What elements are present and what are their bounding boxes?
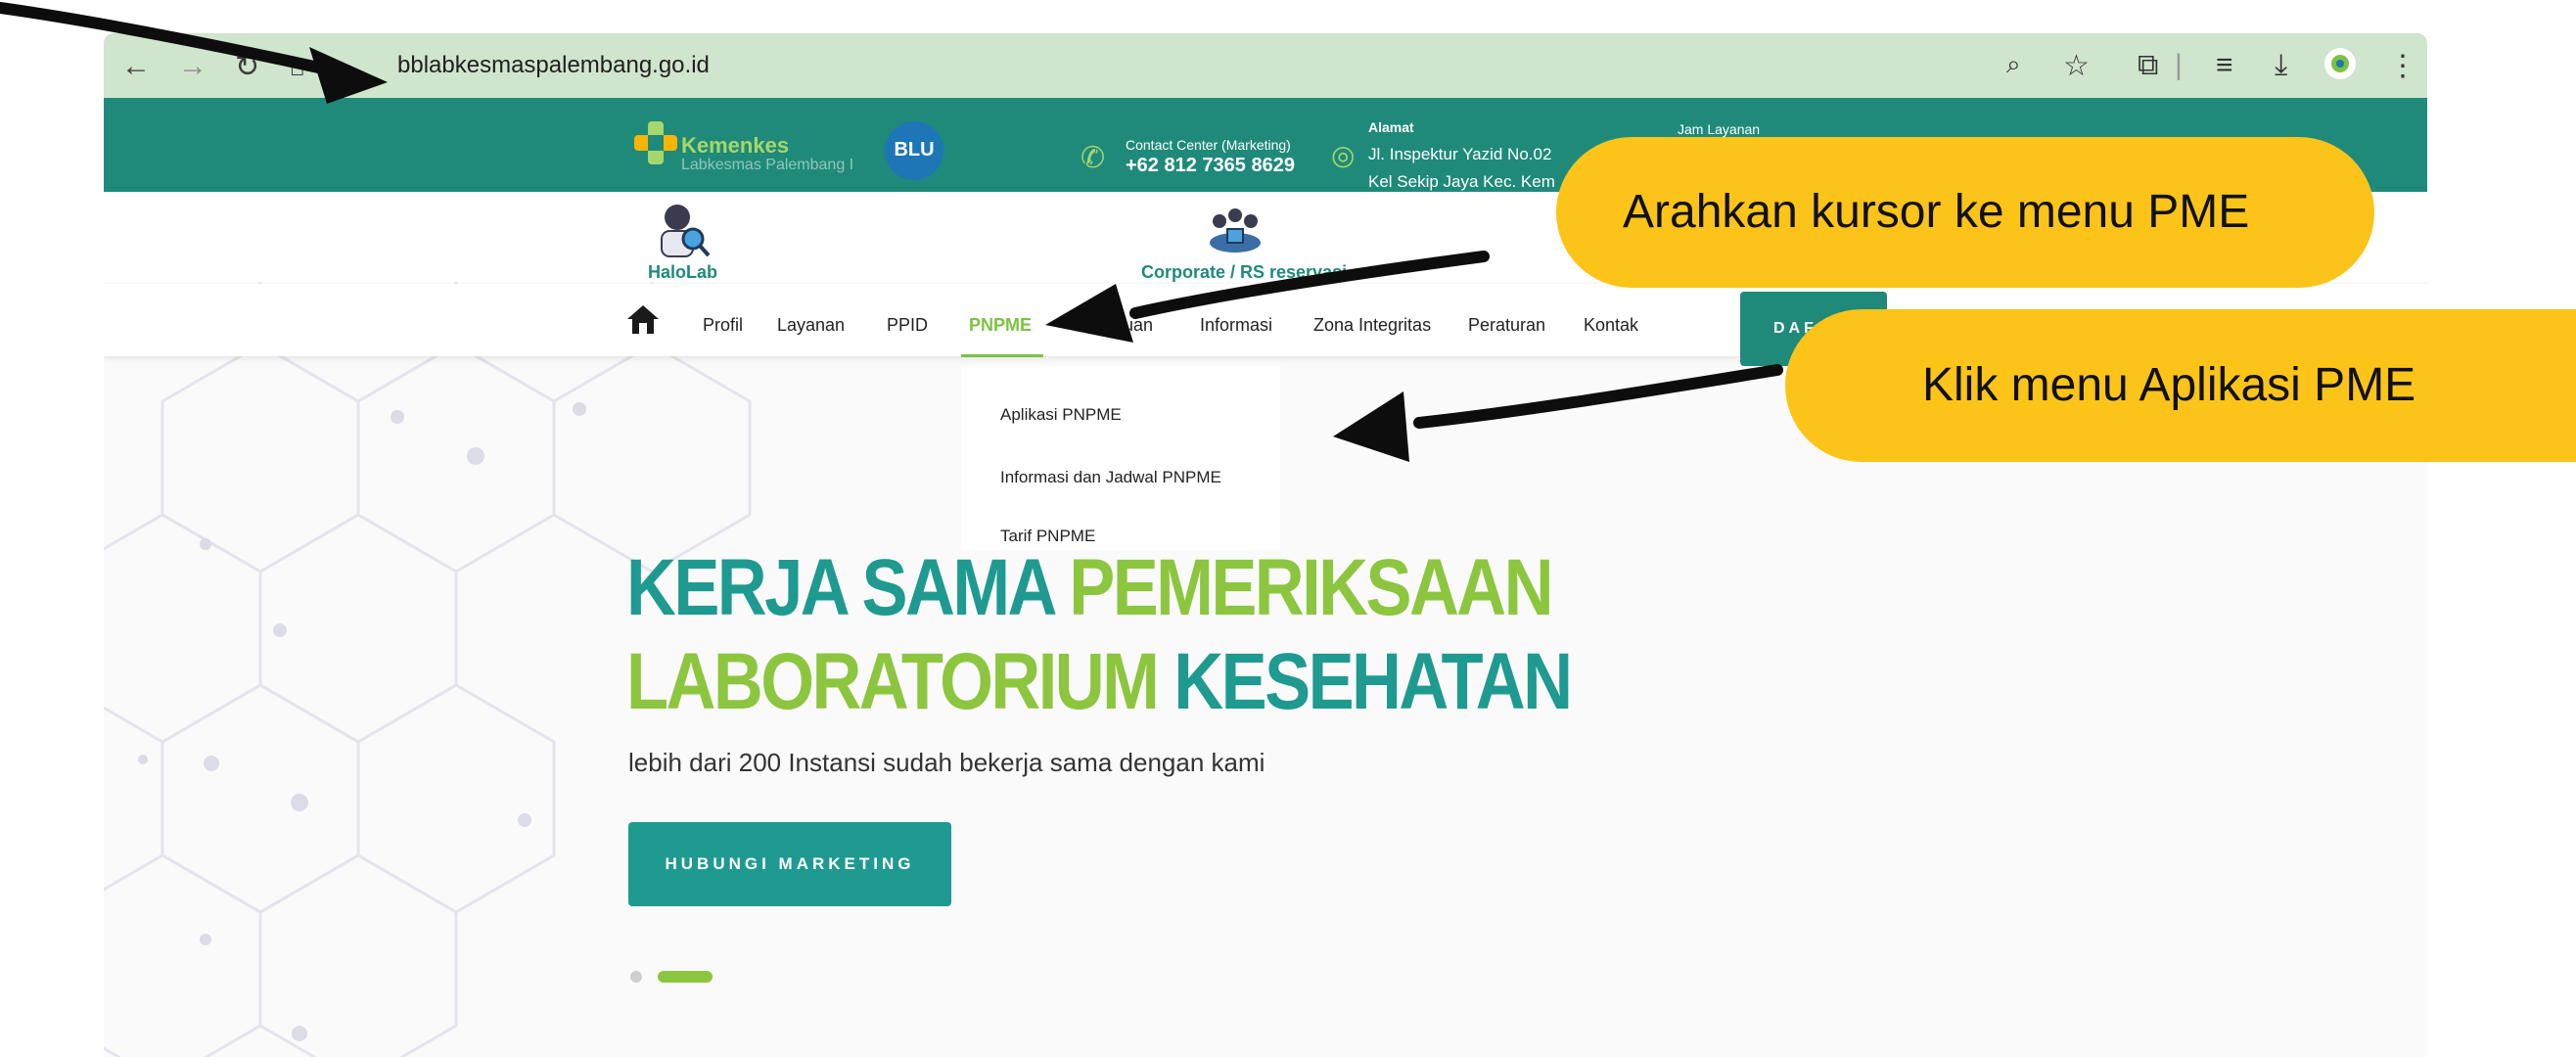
arrow-to-url bbox=[0, 2, 388, 104]
arrow-to-aplikasi bbox=[1333, 364, 1783, 462]
arrow-to-pnpme bbox=[1045, 251, 1490, 343]
annotation-arrows bbox=[0, 2, 1783, 462]
